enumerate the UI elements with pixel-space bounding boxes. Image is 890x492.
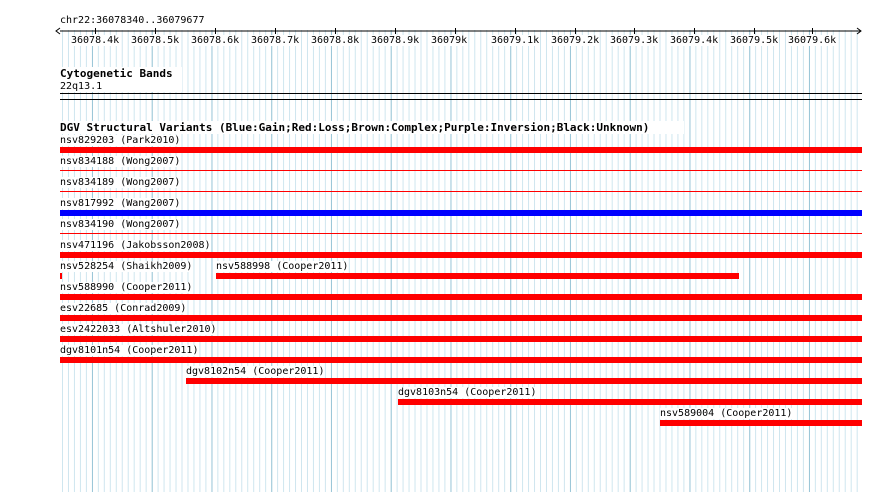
variant-bar[interactable] [60, 210, 862, 216]
variant-label[interactable]: esv22685 (Conrad2009) [60, 303, 187, 314]
variant-bar[interactable] [216, 273, 739, 279]
cytoband-line-2 [60, 99, 862, 100]
ruler-tick-label: 36078.7k [251, 35, 300, 46]
ruler-tick-label: 36079.4k [670, 35, 719, 46]
variant-label[interactable]: dgv8103n54 (Cooper2011) [398, 387, 537, 398]
ruler-tick-label: 36079.3k [610, 35, 659, 46]
ruler-tick-mark [335, 28, 336, 34]
ruler-tick-mark [812, 28, 813, 34]
variant-bar[interactable] [60, 315, 862, 321]
ruler-tick-label: 36079.6k [788, 35, 837, 46]
variant-label[interactable]: nsv834190 (Wong2007) [60, 219, 181, 230]
cytoband-track-title: Cytogenetic Bands [60, 67, 173, 80]
genome-browser-view: chr22:36078340..36079677 36078.4k 36078.5… [0, 0, 890, 492]
ruler-tick-label: 36079.1k [491, 35, 540, 46]
ruler-tick-label: 36078.9k [371, 35, 420, 46]
ruler-tick-label: 36079k [431, 35, 468, 46]
ruler-tick-label: 36078.4k [71, 35, 120, 46]
dgv-track-title: DGV Structural Variants (Blue:Gain;Red:L… [60, 121, 650, 134]
ruler-tick-label: 36078.5k [131, 35, 180, 46]
variant-label[interactable]: dgv8101n54 (Cooper2011) [60, 345, 199, 356]
variant-bar[interactable] [60, 191, 862, 192]
variant-label[interactable]: esv2422033 (Altshuler2010) [60, 324, 217, 335]
variant-bar[interactable] [60, 147, 862, 153]
variant-label[interactable]: nsv834188 (Wong2007) [60, 156, 181, 167]
variant-bar[interactable] [60, 273, 62, 279]
ruler-tick-label: 36079.2k [551, 35, 600, 46]
ruler-tick-label: 36078.6k [191, 35, 240, 46]
ruler-tick-label: 36078.8k [311, 35, 360, 46]
ruler-tick-mark [754, 28, 755, 34]
cytoband-line-1 [60, 93, 862, 94]
ruler-tick-mark [395, 28, 396, 34]
variant-label[interactable]: nsv588998 (Cooper2011) [216, 261, 349, 272]
variant-label[interactable]: nsv829203 (Park2010) [60, 135, 181, 146]
ruler-tick-mark [694, 28, 695, 34]
variant-bar[interactable] [398, 399, 862, 405]
variant-label[interactable]: dgv8102n54 (Cooper2011) [186, 366, 325, 377]
variant-bar[interactable] [60, 336, 862, 342]
ruler-tick-mark [275, 28, 276, 34]
ruler-tick-mark [455, 28, 456, 34]
variant-bar[interactable] [60, 252, 862, 258]
variant-label[interactable]: nsv528254 (Shaikh2009) [60, 261, 193, 272]
ruler-tick-mark [95, 28, 96, 34]
variant-bar[interactable] [60, 170, 862, 171]
variant-label[interactable]: nsv588990 (Cooper2011) [60, 282, 193, 293]
ruler-tick-label: 36079.5k [730, 35, 779, 46]
variant-bar[interactable] [660, 420, 862, 426]
ruler-tick-mark [215, 28, 216, 34]
ruler-tick-mark [155, 28, 156, 34]
variant-label[interactable]: nsv817992 (Wang2007) [60, 198, 181, 209]
variant-bar[interactable] [60, 233, 862, 234]
ruler-tick-mark [515, 28, 516, 34]
ruler-tick-mark [634, 28, 635, 34]
variant-bar[interactable] [186, 378, 862, 384]
variant-bar[interactable] [60, 357, 862, 363]
variant-bar[interactable] [60, 294, 862, 300]
variant-label[interactable]: nsv834189 (Wong2007) [60, 177, 181, 188]
variant-label[interactable]: nsv471196 (Jakobsson2008) [60, 240, 211, 251]
ruler-tick-mark [575, 28, 576, 34]
variant-label[interactable]: nsv589004 (Cooper2011) [660, 408, 793, 419]
cytoband-name: 22q13.1 [60, 81, 103, 92]
